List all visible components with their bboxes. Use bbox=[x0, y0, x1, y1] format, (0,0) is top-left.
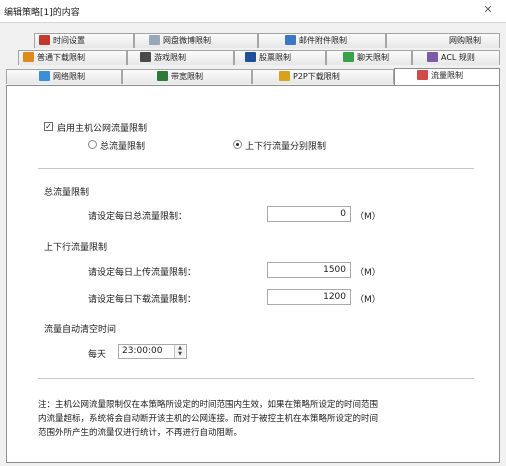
radio-split-limit[interactable] bbox=[233, 140, 242, 149]
tab-label: 带宽限制 bbox=[171, 72, 203, 81]
title-bar: 编辑策略[1]的内容 ✕ bbox=[0, 0, 506, 22]
tab-label: 股票限制 bbox=[259, 53, 291, 62]
daily-label: 每天 bbox=[88, 350, 107, 360]
separator bbox=[38, 378, 474, 379]
separator bbox=[38, 168, 474, 169]
upload-unit-label: （M） bbox=[355, 268, 381, 278]
download-label: 请设定每日下载流量限制： bbox=[88, 295, 197, 305]
tab-time-settings[interactable]: 时间设置 bbox=[34, 33, 134, 48]
tab-label: 流量限制 bbox=[431, 71, 463, 80]
note-text: 注：主机公网流量限制仅在本策略所设定的时间范围内生效，如果在策略所设定的时间范围… bbox=[38, 398, 478, 440]
tab-bandwidth[interactable]: 带宽限制 bbox=[122, 69, 252, 84]
chat-icon bbox=[343, 52, 354, 62]
acl-icon bbox=[427, 52, 438, 62]
tab-row-3: 网络限制 带宽限制 P2P下载限制 流量限制 bbox=[6, 68, 500, 85]
upload-label: 请设定每日上传流量限制： bbox=[88, 268, 197, 278]
download-limit-input[interactable]: 1200 bbox=[267, 289, 351, 305]
mail-icon bbox=[285, 35, 296, 45]
stock-icon bbox=[245, 52, 256, 62]
tab-p2p-download[interactable]: P2P下载限制 bbox=[252, 69, 394, 84]
total-unit-label: （M） bbox=[355, 212, 381, 222]
radio-split-limit-label: 上下行流量分别限制 bbox=[245, 142, 327, 152]
tab-acl-rules[interactable]: ACL 规则 bbox=[412, 50, 500, 65]
total-daily-label: 请设定每日总流量限制： bbox=[88, 212, 188, 222]
tab-label: ACL 规则 bbox=[441, 53, 475, 62]
bandwidth-icon bbox=[157, 71, 168, 81]
game-icon bbox=[140, 52, 151, 62]
total-section-title: 总流量限制 bbox=[44, 188, 90, 198]
radio-total-limit[interactable] bbox=[88, 140, 97, 149]
tab-online-shopping[interactable]: 网购限制 bbox=[386, 33, 500, 48]
close-button[interactable]: ✕ bbox=[479, 2, 497, 18]
tab-network[interactable]: 网络限制 bbox=[6, 69, 122, 84]
tab-stock[interactable]: 股票限制 bbox=[234, 50, 326, 65]
note-line: 范围外所产生的流量仅进行统计，不再进行自动阻断。 bbox=[38, 428, 243, 438]
window-title: 编辑策略[1]的内容 bbox=[4, 8, 80, 18]
spin-down-icon[interactable]: ▼ bbox=[175, 351, 185, 357]
tab-label: 网盘微博限制 bbox=[163, 36, 211, 45]
tab-label: 网络限制 bbox=[53, 72, 85, 81]
p2p-icon bbox=[279, 71, 290, 81]
tab-row-2: 普通下载限制 游戏限制 股票限制 聊天限制 ACL 规则 bbox=[6, 50, 500, 65]
traffic-icon bbox=[417, 70, 428, 80]
note-line: 注：主机公网流量限制仅在本策略所设定的时间范围内生效，如果在策略所设定的时间范围 bbox=[38, 400, 379, 410]
tab-label: 聊天限制 bbox=[357, 53, 389, 62]
tab-chat[interactable]: 聊天限制 bbox=[326, 50, 412, 65]
clear-time-value: 23:00:00 bbox=[122, 346, 163, 356]
split-section-title: 上下行流量限制 bbox=[44, 243, 108, 253]
upload-limit-input[interactable]: 1500 bbox=[267, 262, 351, 278]
tab-label: 游戏限制 bbox=[154, 53, 186, 62]
tab-label: P2P下载限制 bbox=[293, 72, 340, 81]
tab-label: 普通下载限制 bbox=[37, 53, 85, 62]
tab-row-1: 时间设置 网盘微博限制 邮件附件限制 网购限制 bbox=[6, 33, 500, 48]
clear-time-input[interactable]: 23:00:00 ▲ ▼ bbox=[118, 344, 187, 359]
tab-mail-attachment[interactable]: 邮件附件限制 bbox=[258, 33, 386, 48]
network-icon bbox=[39, 71, 50, 81]
tab-label: 时间设置 bbox=[53, 36, 85, 45]
tab-traffic-limit[interactable]: 流量限制 bbox=[394, 68, 500, 85]
tab-game[interactable]: 游戏限制 bbox=[127, 50, 234, 65]
note-line: 内流量超标，系统将会自动断开该主机的公网连接。而对于被控主机在本策略所设定的时间 bbox=[38, 414, 379, 424]
tab-label: 网购限制 bbox=[449, 36, 481, 45]
time-spinner[interactable]: ▲ ▼ bbox=[174, 345, 185, 358]
enable-traffic-limit-checkbox[interactable]: ✓ bbox=[44, 122, 53, 131]
download-unit-label: （M） bbox=[355, 295, 381, 305]
clock-icon bbox=[39, 35, 50, 45]
tab-cloud-weibo[interactable]: 网盘微博限制 bbox=[134, 33, 258, 48]
auto-clear-section-title: 流量自动清空时间 bbox=[44, 325, 117, 335]
enable-traffic-limit-label: 启用主机公网流量限制 bbox=[57, 124, 148, 134]
radio-total-limit-label: 总流量限制 bbox=[100, 142, 146, 152]
tab-label: 邮件附件限制 bbox=[299, 36, 347, 45]
cloud-icon bbox=[149, 35, 160, 45]
total-daily-input[interactable]: 0 bbox=[267, 206, 351, 222]
download-icon bbox=[23, 52, 34, 62]
tab-normal-download[interactable]: 普通下载限制 bbox=[18, 50, 127, 65]
